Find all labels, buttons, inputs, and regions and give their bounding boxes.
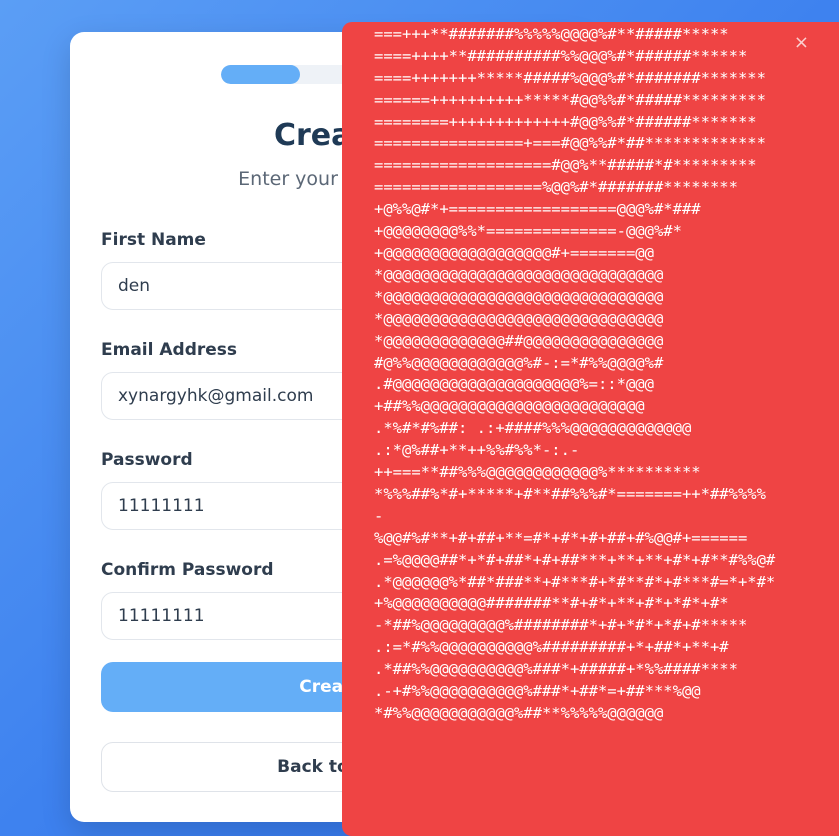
ascii-art-text: +++#########%%%%%%%%@@@@%#***** ===+++**…	[374, 24, 776, 722]
password-label: Password	[101, 450, 193, 470]
first-name-label: First Name	[101, 230, 206, 250]
signup-progress-fill	[221, 65, 301, 84]
email-label: Email Address	[101, 340, 238, 360]
confirm-password-label: Confirm Password	[101, 560, 274, 580]
ascii-art-overlay: +++#########%%%%%%%%@@@@%#***** ===+++**…	[342, 22, 839, 836]
close-icon[interactable]: ×	[794, 34, 809, 52]
